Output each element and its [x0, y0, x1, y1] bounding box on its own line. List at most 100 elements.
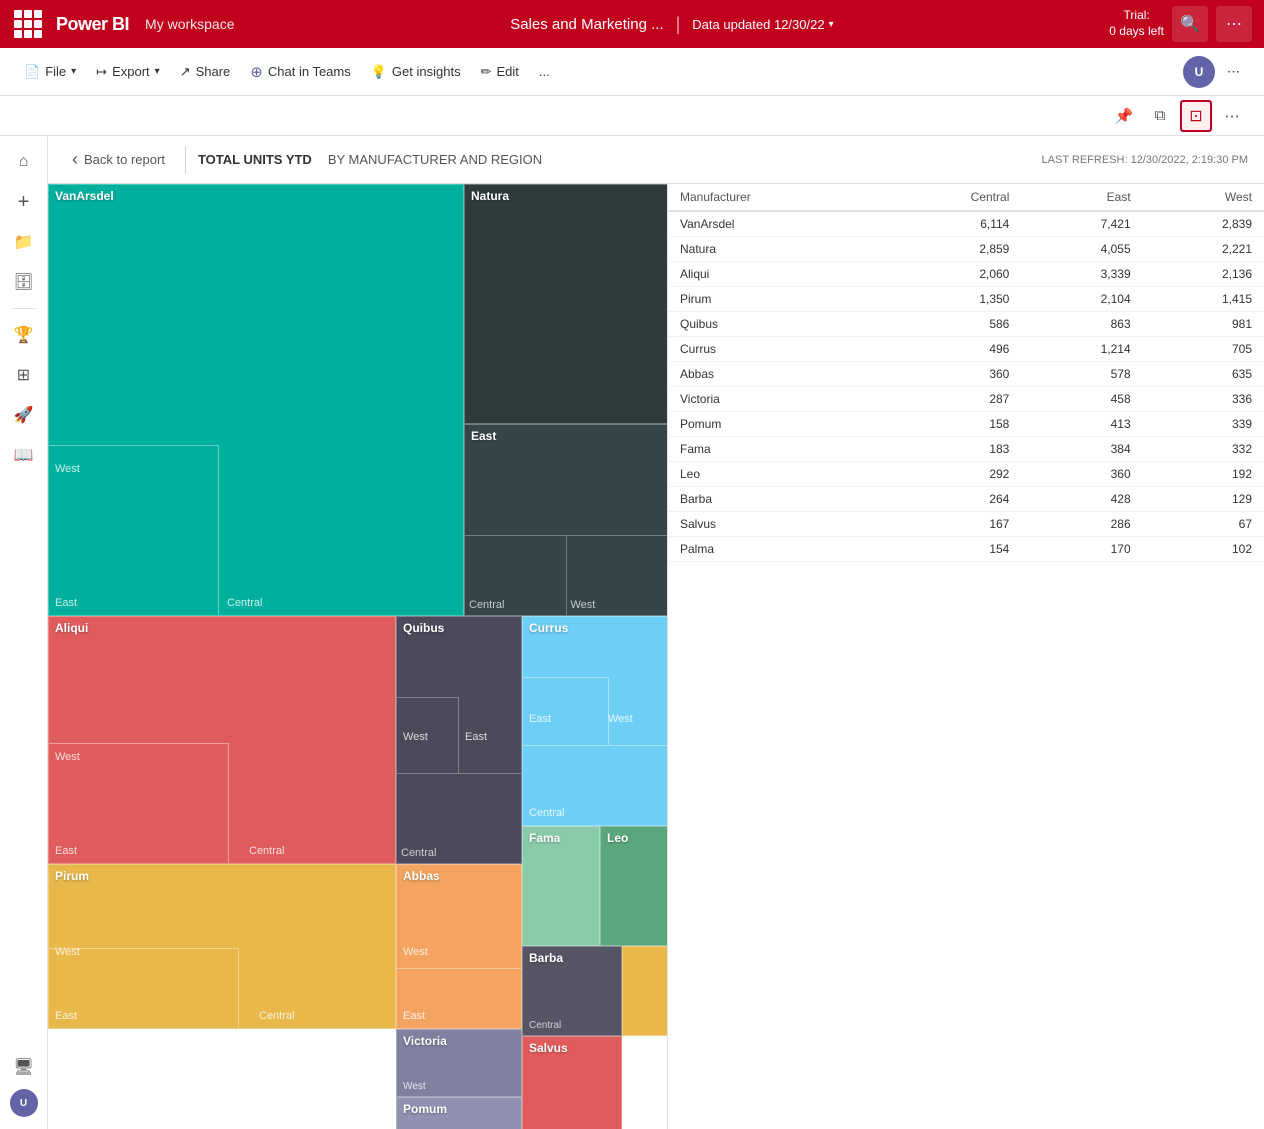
file-button[interactable]: 📄 File ▾ [16, 56, 84, 88]
export-label: Export [112, 64, 150, 79]
cell-central: 292 [881, 462, 1022, 487]
treemap-cell-barba[interactable]: Barba Central [522, 946, 622, 1036]
sidebar-item-data[interactable]: 🗄 [6, 264, 42, 300]
toolbar: 📄 File ▾ ↦ Export ▾ ↗ Share ⊕ Chat in Te… [0, 48, 1264, 96]
sidebar-item-home[interactable]: ⌂ [6, 144, 42, 180]
powerbi-logo: Power BI [56, 14, 129, 35]
cell-west: 2,136 [1143, 262, 1264, 287]
treemap-cell-victoria[interactable]: Victoria West [396, 1029, 522, 1097]
export-button[interactable]: ↦ Export ▾ [88, 56, 168, 88]
table-row: Barba 264 428 129 [668, 487, 1264, 512]
cell-central: 2,060 [881, 262, 1022, 287]
col-west: West [1143, 184, 1264, 211]
table-row: Salvus 167 286 67 [668, 512, 1264, 537]
share-button[interactable]: ↗ Share [172, 56, 239, 88]
sidebar-item-learn[interactable]: 🚀 [6, 397, 42, 433]
duplicate-icon: ⧉ [1155, 107, 1166, 124]
treemap-cell-quibus[interactable]: Quibus West East Central [396, 616, 522, 864]
cell-manufacturer: Natura [668, 237, 881, 262]
data-updated[interactable]: Data updated 12/30/22 ▾ [692, 17, 833, 32]
treemap-cell-abbas[interactable]: Abbas East West [396, 864, 522, 1029]
sidebar-item-docs[interactable]: 📖 [6, 437, 42, 473]
table-row: Natura 2,859 4,055 2,221 [668, 237, 1264, 262]
treemap[interactable]: VanArsdel East Central West Natura East [48, 184, 668, 1129]
treemap-cell-currus[interactable]: Currus Central East West [522, 616, 668, 826]
treemap-cell-pomum[interactable]: Pomum East West [396, 1097, 522, 1129]
treemap-cell-pirum[interactable]: Pirum East Central West [48, 864, 396, 1029]
pirum-central: Central [259, 1010, 294, 1022]
workspace-name[interactable]: My workspace [145, 16, 234, 32]
cell-manufacturer: Leo [668, 462, 881, 487]
table-container: Manufacturer Central East West VanArsdel… [668, 184, 1264, 1129]
treemap-cell-natura-east[interactable]: East Central West [464, 424, 668, 616]
cell-west: 1,415 [1143, 287, 1264, 312]
duplicate-button[interactable]: ⧉ [1144, 100, 1176, 132]
aliqui-central: Central [249, 845, 284, 857]
learn-icon: 🚀 [14, 405, 34, 425]
share-icon: ↗ [180, 64, 191, 80]
top-bar-right: Trial: 0 days left 🔍 ⋯ [1109, 6, 1252, 42]
treemap-cell-aliqui[interactable]: Aliqui East Central West [48, 616, 396, 864]
back-to-report-button[interactable]: ‹ Back to report [64, 145, 173, 174]
cell-manufacturer: VanArsdel [668, 211, 881, 237]
natura-west: West [571, 599, 596, 611]
top-bar-divider: | [676, 14, 681, 35]
cell-east: 578 [1021, 362, 1142, 387]
search-button[interactable]: 🔍 [1172, 6, 1208, 42]
insights-label: Get insights [392, 64, 461, 79]
chat-in-teams-button[interactable]: ⊕ Chat in Teams [242, 56, 358, 88]
cell-manufacturer: Pomum [668, 412, 881, 437]
treemap-cell-salvus[interactable]: Salvus [522, 1036, 622, 1129]
sub-more-button[interactable]: ⋯ [1216, 100, 1248, 132]
sidebar: ⌂ + 📁 🗄 🏆 ⊞ 🚀 📖 🖥 U [0, 136, 48, 1129]
table-row: Abbas 360 578 635 [668, 362, 1264, 387]
treemap-cell-natura-top[interactable]: Natura [464, 184, 668, 424]
get-insights-button[interactable]: 💡 Get insights [363, 56, 469, 88]
browse-icon: 📁 [14, 232, 34, 252]
treemap-cell-fama[interactable]: Fama [522, 826, 600, 946]
cell-east: 2,104 [1021, 287, 1142, 312]
user-menu-button[interactable]: ⋯ [1216, 6, 1252, 42]
cell-manufacturer: Palma [668, 537, 881, 562]
sidebar-item-monitor[interactable]: 🖥 [6, 1049, 42, 1085]
cell-central: 360 [881, 362, 1022, 387]
sidebar-item-apps[interactable]: ⊞ [6, 357, 42, 393]
barba-central: Central [529, 1020, 561, 1031]
treemap-cell-yellow-sliver[interactable] [622, 946, 668, 1036]
cell-east: 863 [1021, 312, 1142, 337]
goals-icon: 🏆 [14, 325, 34, 345]
pin-button[interactable]: 📌 [1108, 100, 1140, 132]
sidebar-item-goals[interactable]: 🏆 [6, 317, 42, 353]
currus-west: West [608, 713, 633, 725]
aliqui-label: Aliqui [49, 617, 395, 639]
cell-central: 287 [881, 387, 1022, 412]
home-icon: ⌂ [19, 153, 29, 171]
trial-badge: Trial: 0 days left [1109, 8, 1164, 39]
treemap-cell-leo[interactable]: Leo [600, 826, 668, 946]
more-button[interactable]: ... [531, 56, 558, 88]
cell-west: 67 [1143, 512, 1264, 537]
edit-button[interactable]: ✏ Edit [473, 56, 527, 88]
cell-central: 6,114 [881, 211, 1022, 237]
sidebar-item-browse[interactable]: 📁 [6, 224, 42, 260]
focus-mode-button[interactable]: ⊡ [1180, 100, 1212, 132]
cell-manufacturer: Pirum [668, 287, 881, 312]
cell-west: 705 [1143, 337, 1264, 362]
barba-label: Barba [523, 947, 621, 969]
treemap-cell-vanarsdel[interactable]: VanArsdel East Central West [48, 184, 464, 616]
grid-icon [14, 10, 42, 38]
waffle-menu[interactable] [12, 8, 44, 40]
cell-manufacturer: Fama [668, 437, 881, 462]
file-label: File [45, 64, 66, 79]
user-avatar[interactable]: U [1183, 56, 1215, 88]
victoria-west: West [403, 1081, 426, 1092]
cell-manufacturer: Victoria [668, 387, 881, 412]
table-row: Victoria 287 458 336 [668, 387, 1264, 412]
toolbar-more-right[interactable]: ⋯ [1219, 56, 1248, 88]
sidebar-item-user[interactable]: U [6, 1085, 42, 1121]
main-layout: ⌂ + 📁 🗄 🏆 ⊞ 🚀 📖 🖥 U [0, 136, 1264, 1129]
sidebar-item-add[interactable]: + [6, 184, 42, 220]
cell-manufacturer: Aliqui [668, 262, 881, 287]
treemap-container[interactable]: VanArsdel East Central West Natura East [48, 184, 668, 1129]
cell-central: 264 [881, 487, 1022, 512]
